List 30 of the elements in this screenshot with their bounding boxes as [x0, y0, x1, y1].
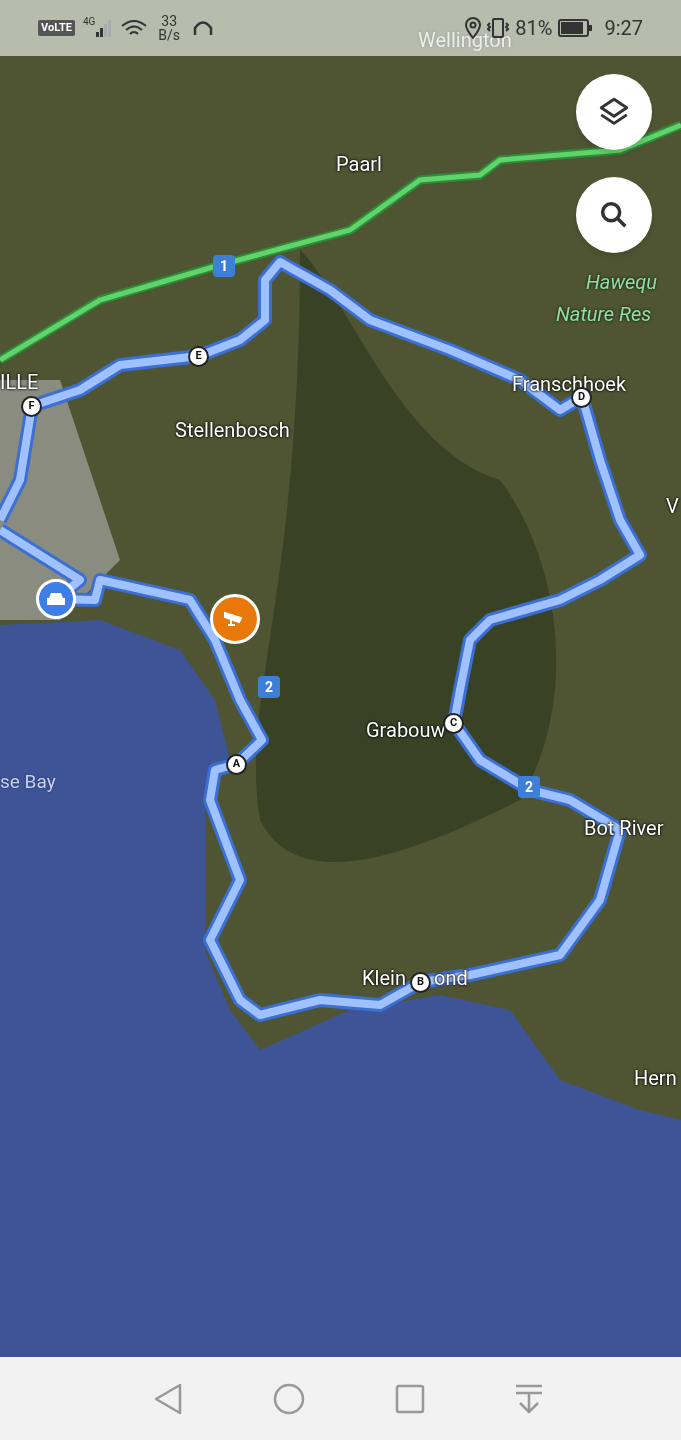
battery-icon: [558, 19, 593, 37]
place-label: Nature Res: [556, 304, 652, 324]
place-label: V: [666, 496, 679, 516]
place-label: Wellington: [418, 30, 512, 50]
notification-pulldown-button[interactable]: [514, 1383, 543, 1414]
network-speed-value: 33: [161, 14, 178, 28]
road-shield: 1: [213, 255, 235, 277]
battery-percent: 81%: [515, 15, 553, 42]
recents-icon: [394, 1383, 425, 1414]
network-speed-unit: B/s: [158, 28, 181, 42]
place-label: Paarl: [336, 154, 382, 174]
back-button[interactable]: [152, 1382, 183, 1415]
place-label: se Bay: [0, 772, 56, 791]
place-label: Stellenbosch: [175, 420, 290, 440]
home-button[interactable]: [272, 1382, 305, 1415]
pulldown-icon: [514, 1383, 543, 1414]
place-label: Hern: [634, 1068, 677, 1088]
home-icon: [272, 1382, 305, 1415]
volte-badge: VoLTE: [38, 19, 75, 37]
road-shield: 2: [518, 776, 540, 798]
signal-icon: [96, 19, 113, 37]
place-label: Grabouw: [366, 720, 446, 740]
clock-time: 9:27: [604, 15, 643, 42]
place-label: Klein: [362, 968, 406, 988]
place-label: Hawequ: [586, 272, 657, 292]
back-icon: [152, 1382, 183, 1415]
road-shield: 2: [258, 676, 280, 698]
car-icon: [45, 590, 67, 608]
recents-button[interactable]: [394, 1383, 425, 1414]
network-type: 4G: [82, 15, 96, 29]
